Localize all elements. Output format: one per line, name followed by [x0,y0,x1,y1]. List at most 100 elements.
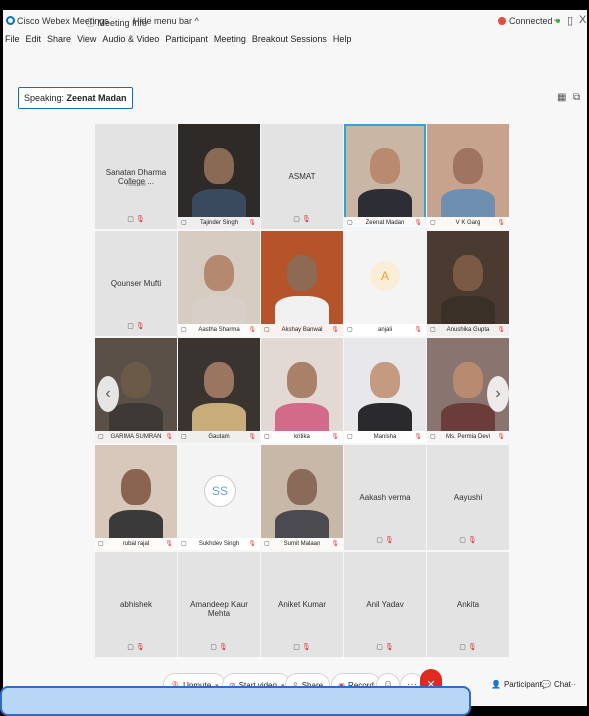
mic-muted-icon: 🎙 [497,327,505,333]
active-speaker-label: Speaking: Zeenat Madan [18,87,133,109]
participant-video-body [275,403,329,431]
menu-bar: File Edit Share View Audio & Video Participan… [3,34,357,50]
connection-icon: ▢ [127,216,134,223]
mic-muted-icon: 🎙 [384,644,394,651]
mic-muted-icon: 🎙 [218,644,228,651]
participant-tile[interactable]: Aniket Kumar ▢ 🎙 [261,552,343,657]
participant-status-icons: ▢ 🎙 [261,215,343,223]
participant-video-face [453,148,483,184]
previous-page-button[interactable]: ‹ [97,376,119,412]
mic-muted-icon: 🎙 [301,644,311,651]
menu-meeting[interactable]: Meeting [214,34,246,44]
participant-tile[interactable]: ▢ V K Garg 🎙 [427,124,509,229]
participant-name: Manisha [373,434,397,440]
menu-participant[interactable]: Participant [165,34,208,44]
connection-icon: ▢ [459,537,466,544]
participant-tile[interactable]: Aakash verma ▢ 🎙 [344,445,426,550]
participant-video-body [275,296,329,324]
participant-tile[interactable]: ▢ Anushika Gupta 🎙 [427,231,509,336]
grid-layout-icon[interactable]: ▦ [557,92,567,103]
participant-name-bar: ▢ Aastha Sharma 🎙 [178,324,260,336]
participant-video-body [109,510,163,538]
menu-share[interactable]: Share [47,34,71,44]
participant-name-bar: ▢ GARIMA SUMRAN 🎙 [95,431,177,443]
participant-tile[interactable]: ▢ Sumit Malaan 🎙 [261,445,343,550]
participant-tile[interactable]: Ankita ▢ 🎙 [427,552,509,657]
participant-tile[interactable]: Qounser Mufti ▢ 🎙 [95,231,177,336]
participant-tile[interactable]: A ▢ anjali 🎙 [344,231,426,336]
participant-name: Aayushi [453,493,483,502]
participant-video-body [109,403,163,431]
menu-file[interactable]: File [5,34,20,44]
participant-name-bar: ▢ Akshay Banwal 🎙 [261,324,343,336]
participant-name: kritika [294,434,310,440]
participant-video-face [204,148,234,184]
menu-breakout-sessions[interactable]: Breakout Sessions [252,34,327,44]
menu-view[interactable]: View [77,34,96,44]
restore-button[interactable]: ▯ [567,14,573,27]
pop-out-icon[interactable]: ⧉ [573,92,583,103]
participant-tile[interactable]: ▢ Tajinder Singh 🎙 [178,124,260,229]
participant-avatar: SS [204,475,236,507]
connection-icon: ▢ [293,216,300,223]
panel-options-button[interactable]: ··· [566,673,578,697]
menu-help[interactable]: Help [333,34,352,44]
participant-tile[interactable]: ASMAT ▢ 🎙 [261,124,343,229]
connection-status[interactable]: Connected [498,16,560,26]
mic-muted-icon: 🎙 [331,434,339,440]
menu-audio-video[interactable]: Audio & Video [102,34,159,44]
participant-status-icons: ▢ 🎙 [95,215,177,223]
participant-name: Gautam [208,434,230,440]
participant-tile[interactable]: ▢ kritika 🎙 [261,338,343,443]
connection-icon: ▢ [264,327,270,333]
participant-tile[interactable]: SS ▢ Sukhdev Singh 🎙 [178,445,260,550]
participant-name: V K Garg [455,220,481,226]
participant-name-bar: ▢ Zeenat Madan 🎙 [344,217,426,229]
participant-name: abhishek [119,600,153,609]
participant-tile[interactable]: ▢ Manisha 🎙 [344,338,426,443]
hide-menu-bar-button[interactable]: Hide menu bar ^ [133,16,199,26]
participant-video-face [370,362,400,398]
participant-tile[interactable]: Sanatan Dharma College ... Host, me ▢ 🎙 [95,124,177,229]
participant-name-bar: ▢ Gautam 🎙 [178,431,260,443]
info-icon: ⓘ [86,18,96,28]
mic-muted-icon: 🎙 [248,541,256,547]
participant-video-face [287,469,317,505]
highlight-banner [0,686,471,716]
participant-video-body [358,189,412,217]
participant-tile[interactable]: ▢ Gautam 🎙 [178,338,260,443]
participant-video-body [192,296,246,324]
participant-name: ASMAT [288,172,316,181]
participant-tile[interactable]: ▢ Aastha Sharma 🎙 [178,231,260,336]
participant-name-bar: ▢ anjali 🎙 [344,324,426,336]
participant-video-face [204,362,234,398]
participant-video-body [275,510,329,538]
mic-muted-icon: 🎙 [497,434,505,440]
participant-name: Aakash verma [359,493,411,502]
participant-tile[interactable]: Amandeep Kaur Mehta ▢ 🎙 [178,552,260,657]
participant-tile[interactable]: Anil Yadav ▢ 🎙 [344,552,426,657]
webex-logo-icon [6,16,15,25]
participant-tile[interactable]: ▢ Akshay Banwal 🎙 [261,231,343,336]
title-bar: Cisco Webex Meetings ⓘ Meeting Info Hide… [3,10,587,32]
participant-name: GARIMA SUMRAN [110,434,162,440]
connection-icon: ▢ [376,537,383,544]
menu-edit[interactable]: Edit [26,34,42,44]
mic-muted-icon: 🎙 [467,644,477,651]
connection-icon: ▢ [127,323,134,330]
next-page-button[interactable]: › [487,376,509,412]
participant-video-face [204,255,234,291]
participant-name: Sukhdev Singh [198,541,240,547]
participant-tile[interactable]: abhishek ▢ 🎙 [95,552,177,657]
participant-name-bar: ▢ Manisha 🎙 [344,431,426,443]
participant-name: Anushika Gupta [446,327,490,333]
minimize-button[interactable]: – [554,14,560,26]
connection-icon: ▢ [264,434,270,440]
participant-video-body [441,189,495,217]
mic-muted-icon: 🎙 [497,220,505,226]
close-button[interactable]: X [579,14,586,26]
participant-tile[interactable]: Aayushi ▢ 🎙 [427,445,509,550]
participant-video-body [441,296,495,324]
participant-tile[interactable]: ▢ rubal rajal 🎙 [95,445,177,550]
participant-tile[interactable]: ▢ Zeenat Madan 🎙 [344,124,426,229]
